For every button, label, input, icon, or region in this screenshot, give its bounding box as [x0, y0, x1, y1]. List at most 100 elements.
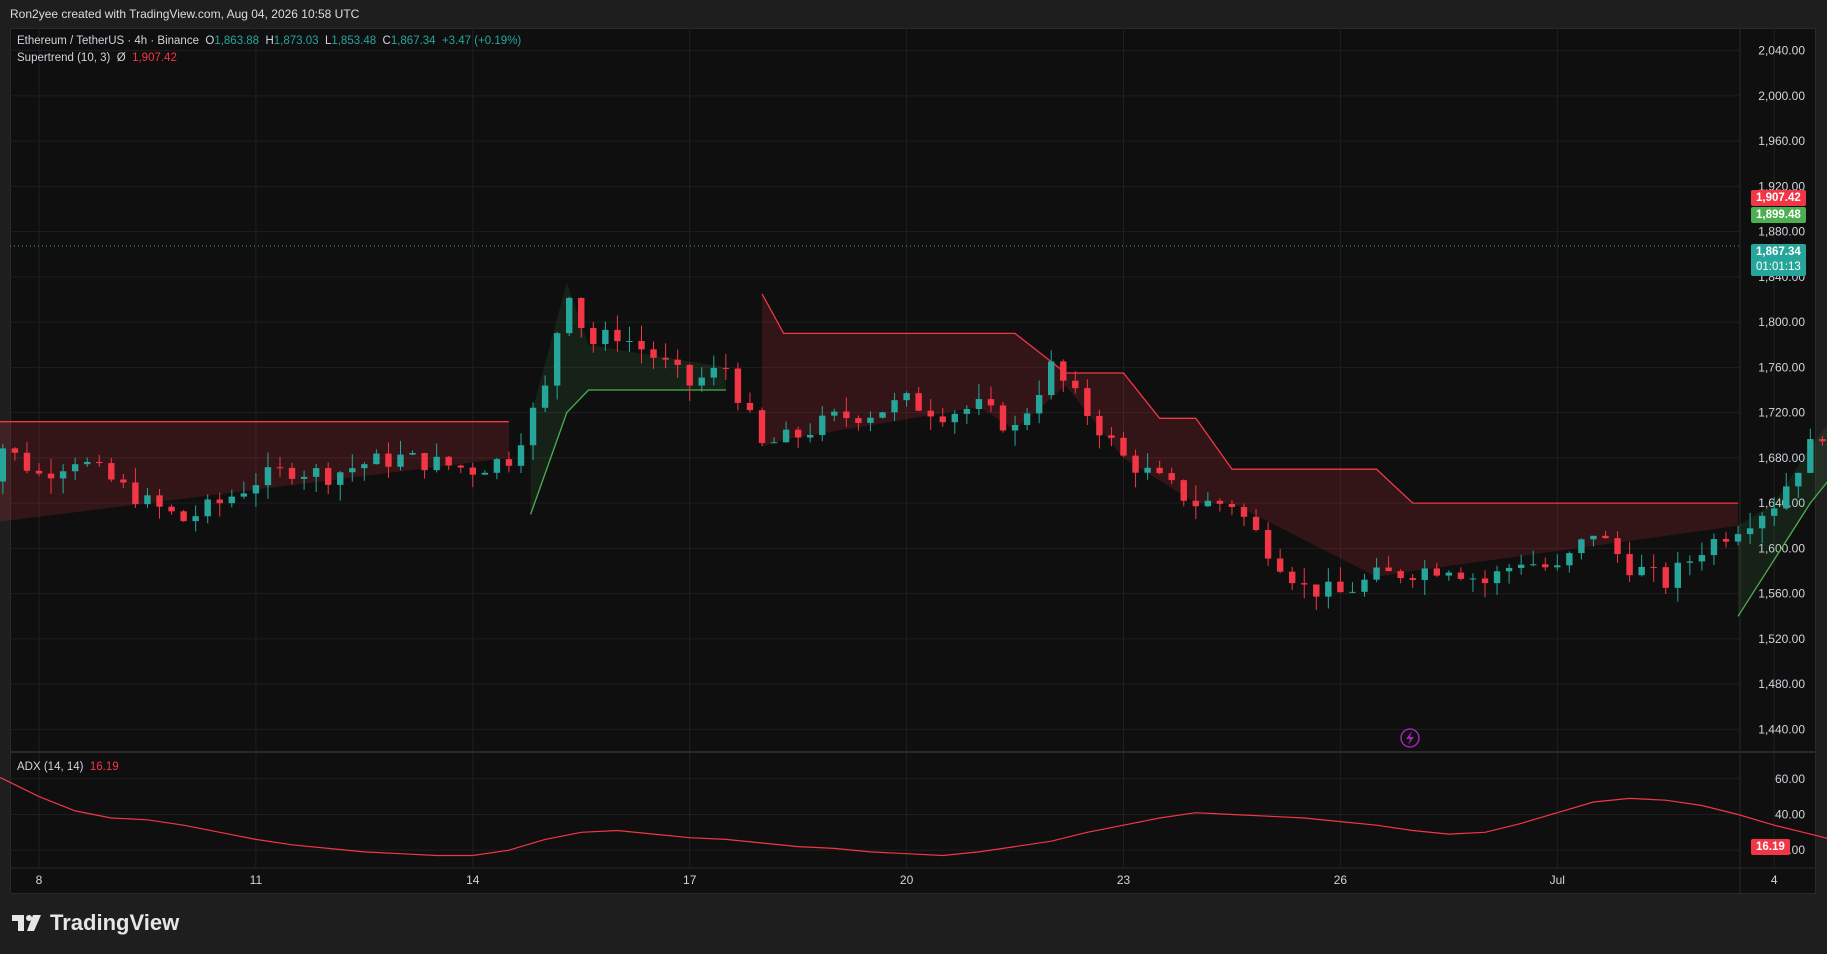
candle-body[interactable] — [84, 461, 91, 465]
candle-body[interactable] — [1072, 380, 1079, 389]
candle-body[interactable] — [722, 367, 730, 369]
candle-body[interactable] — [120, 479, 127, 483]
candle-body[interactable] — [1505, 567, 1513, 572]
candle-body[interactable] — [1554, 565, 1561, 568]
candle-body[interactable] — [794, 429, 802, 438]
candle-body[interactable] — [553, 333, 561, 386]
candle-body[interactable] — [915, 393, 922, 411]
candle-body[interactable] — [1168, 473, 1175, 481]
candle-body[interactable] — [300, 476, 308, 479]
candle-body[interactable] — [698, 377, 705, 386]
candle-body[interactable] — [1650, 566, 1657, 568]
candle-body[interactable] — [132, 482, 139, 505]
candle-body[interactable] — [1023, 413, 1031, 426]
candle-body[interactable] — [1349, 591, 1356, 593]
candle-body[interactable] — [1096, 415, 1103, 436]
candle-body[interactable] — [1662, 567, 1669, 588]
candle-body[interactable] — [975, 399, 983, 410]
candle-body[interactable] — [1264, 530, 1272, 559]
candle-body[interactable] — [879, 412, 886, 418]
candle-body[interactable] — [1626, 554, 1633, 576]
candle-body[interactable] — [782, 429, 790, 443]
candle-body[interactable] — [156, 495, 163, 507]
candle-body[interactable] — [276, 467, 284, 469]
candle-body[interactable] — [1084, 388, 1091, 416]
candle-body[interactable] — [662, 357, 669, 360]
candle-body[interactable] — [1698, 555, 1706, 562]
candle-body[interactable] — [1734, 534, 1742, 542]
candle-body[interactable] — [638, 341, 645, 350]
candle-body[interactable] — [96, 461, 103, 464]
candle-body[interactable] — [23, 452, 31, 471]
candle-body[interactable] — [831, 411, 838, 416]
candle-body[interactable] — [1301, 583, 1308, 585]
candle-body[interactable] — [1060, 361, 1067, 381]
candle-body[interactable] — [566, 297, 573, 334]
candle-body[interactable] — [1216, 500, 1224, 504]
candle-body[interactable] — [1758, 515, 1766, 529]
candle-body[interactable] — [674, 359, 681, 365]
candle-body[interactable] — [1180, 480, 1187, 501]
candle-body[interactable] — [252, 485, 260, 494]
candle-body[interactable] — [47, 473, 55, 479]
candle-body[interactable] — [1156, 467, 1163, 474]
candle-body[interactable] — [999, 405, 1007, 431]
candle-body[interactable] — [1807, 439, 1814, 473]
candle-body[interactable] — [1445, 572, 1453, 576]
candle-body[interactable] — [1240, 507, 1248, 517]
candle-body[interactable] — [0, 448, 7, 482]
candle-body[interactable] — [1481, 578, 1489, 584]
candle-body[interactable] — [1313, 584, 1320, 597]
candle-body[interactable] — [541, 385, 549, 408]
candle-body[interactable] — [1819, 439, 1826, 442]
candle-body[interactable] — [168, 506, 175, 512]
candle-body[interactable] — [1276, 558, 1284, 572]
candle-body[interactable] — [1433, 568, 1440, 576]
candle-body[interactable] — [1493, 571, 1501, 584]
candle-body[interactable] — [1421, 568, 1428, 581]
candle-body[interactable] — [228, 496, 235, 504]
hidden-symbol-icon[interactable]: Ø — [117, 52, 126, 64]
candle-body[interactable] — [758, 410, 766, 443]
candle-body[interactable] — [686, 364, 693, 386]
candle-body[interactable] — [602, 329, 609, 345]
candle-body[interactable] — [1602, 535, 1609, 539]
candle-body[interactable] — [1746, 528, 1754, 535]
candle-body[interactable] — [1361, 579, 1368, 592]
candle-body[interactable] — [361, 464, 368, 469]
candle-body[interactable] — [264, 467, 272, 486]
candle-body[interactable] — [1204, 500, 1212, 507]
candle-body[interactable] — [385, 453, 392, 467]
candle-body[interactable] — [1578, 539, 1585, 554]
candle-body[interactable] — [1542, 564, 1549, 568]
tradingview-logo[interactable]: TradingView — [12, 910, 179, 936]
candle-body[interactable] — [1710, 538, 1718, 556]
candle-body[interactable] — [349, 468, 356, 473]
candle-body[interactable] — [35, 470, 43, 474]
candle-body[interactable] — [1674, 562, 1681, 588]
candle-body[interactable] — [1385, 567, 1392, 572]
candle-body[interactable] — [409, 453, 416, 455]
candle-body[interactable] — [216, 499, 223, 504]
candle-body[interactable] — [11, 448, 19, 453]
candle-body[interactable] — [1144, 467, 1151, 473]
candle-body[interactable] — [963, 409, 971, 414]
candle-body[interactable] — [108, 463, 115, 480]
candle-body[interactable] — [1228, 503, 1236, 508]
candle-body[interactable] — [1517, 564, 1525, 568]
candle-body[interactable] — [1590, 535, 1597, 540]
candle-body[interactable] — [433, 456, 440, 471]
candle-body[interactable] — [144, 495, 151, 505]
candle-body[interactable] — [373, 453, 380, 465]
candle-body[interactable] — [529, 407, 537, 446]
candle-body[interactable] — [517, 445, 525, 466]
candle-body[interactable] — [1108, 435, 1115, 438]
candle-body[interactable] — [1614, 538, 1621, 555]
candle-body[interactable] — [493, 459, 501, 473]
candle-body[interactable] — [951, 413, 958, 423]
candle-body[interactable] — [325, 468, 332, 485]
candle-body[interactable] — [939, 416, 946, 423]
candle-body[interactable] — [445, 456, 452, 466]
candle-body[interactable] — [746, 402, 754, 411]
candle-body[interactable] — [337, 472, 344, 485]
